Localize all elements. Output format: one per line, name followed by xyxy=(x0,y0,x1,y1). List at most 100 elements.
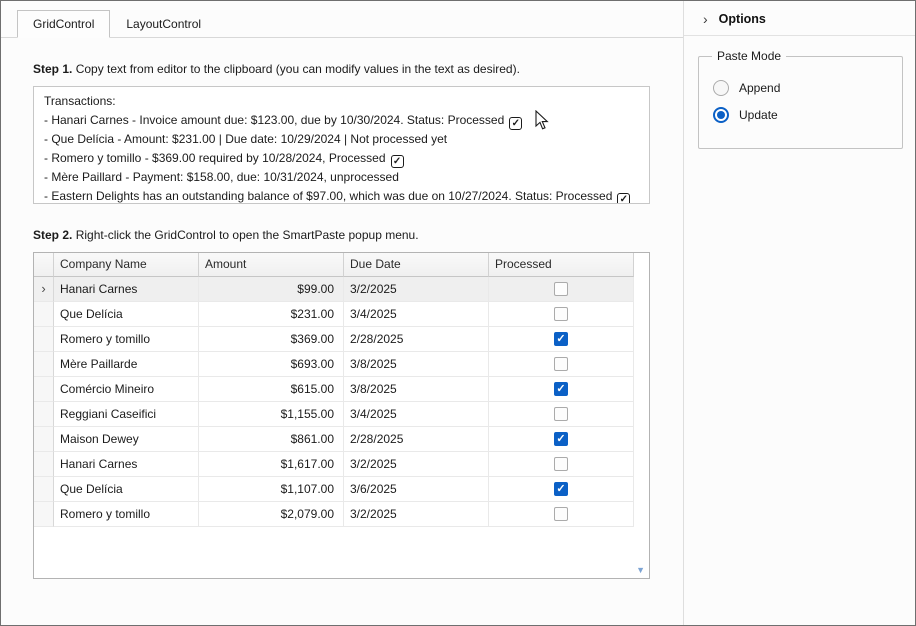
transaction-line: - Romero y tomillo - $369.00 required by… xyxy=(44,149,639,168)
cell-processed[interactable] xyxy=(489,502,634,527)
cell-processed[interactable]: ✓ xyxy=(489,477,634,502)
row-indicator-header xyxy=(34,253,54,277)
processed-checkbox[interactable] xyxy=(554,507,568,521)
processed-checkbox[interactable] xyxy=(554,357,568,371)
tab-layoutcontrol[interactable]: LayoutControl xyxy=(110,10,217,38)
cell-company-name[interactable]: Hanari Carnes xyxy=(54,277,199,302)
row-indicator xyxy=(34,477,54,502)
cell-amount[interactable]: $1,155.00 xyxy=(199,402,344,427)
paste-mode-groupbox: Paste Mode Append Update xyxy=(698,49,903,149)
transaction-line-text: - Hanari Carnes - Invoice amount due: $1… xyxy=(44,113,504,127)
grid-body: › Hanari Carnes $99.00 3/2/2025 Que Delí… xyxy=(34,277,649,527)
cell-company-name[interactable]: Que Delícia xyxy=(54,477,199,502)
radio-option[interactable]: Append xyxy=(713,80,888,96)
cell-due-date[interactable]: 2/28/2025 xyxy=(344,427,489,452)
cell-processed[interactable]: ✓ xyxy=(489,427,634,452)
table-row[interactable]: Maison Dewey $861.00 2/28/2025 ✓ xyxy=(34,427,634,452)
cell-due-date[interactable]: 3/2/2025 xyxy=(344,452,489,477)
processed-checkbox[interactable] xyxy=(554,457,568,471)
row-indicator xyxy=(34,402,54,427)
cell-company-name[interactable]: Maison Dewey xyxy=(54,427,199,452)
transaction-line-text: - Romero y tomillo - $369.00 required by… xyxy=(44,151,386,165)
step2-label: Step 2. xyxy=(33,228,72,242)
chevron-right-icon[interactable]: › xyxy=(703,13,708,25)
transaction-line: - Hanari Carnes - Invoice amount due: $1… xyxy=(44,111,639,130)
row-indicator: › xyxy=(34,277,54,302)
cell-due-date[interactable]: 3/4/2025 xyxy=(344,402,489,427)
radio-option[interactable]: Update xyxy=(713,107,888,123)
processed-checkbox[interactable] xyxy=(554,407,568,421)
cell-amount[interactable]: $99.00 xyxy=(199,277,344,302)
cell-processed[interactable] xyxy=(489,352,634,377)
cell-processed[interactable]: ✓ xyxy=(489,377,634,402)
cell-company-name[interactable]: Comércio Mineiro xyxy=(54,377,199,402)
row-indicator xyxy=(34,502,54,527)
table-row[interactable]: Comércio Mineiro $615.00 3/8/2025 ✓ xyxy=(34,377,634,402)
processed-checkbox[interactable]: ✓ xyxy=(554,432,568,446)
cell-company-name[interactable]: Mère Paillarde xyxy=(54,352,199,377)
cell-processed[interactable] xyxy=(489,452,634,477)
cell-processed[interactable] xyxy=(489,302,634,327)
cell-due-date[interactable]: 3/6/2025 xyxy=(344,477,489,502)
table-row[interactable]: Hanari Carnes $1,617.00 3/2/2025 xyxy=(34,452,634,477)
main-area: GridControl LayoutControl Step 1. Copy t… xyxy=(1,1,684,625)
processed-checkbox[interactable] xyxy=(554,307,568,321)
column-header-due-date[interactable]: Due Date xyxy=(344,253,489,277)
cell-company-name[interactable]: Romero y tomillo xyxy=(54,502,199,527)
radio-button-icon[interactable] xyxy=(713,107,729,123)
cell-due-date[interactable]: 2/28/2025 xyxy=(344,327,489,352)
cell-amount[interactable]: $231.00 xyxy=(199,302,344,327)
checked-checkbox-icon: ✓ xyxy=(391,155,404,168)
transaction-line-text: - Que Delícia - Amount: $231.00 | Due da… xyxy=(44,132,447,146)
processed-checkbox[interactable]: ✓ xyxy=(554,382,568,396)
cell-amount[interactable]: $861.00 xyxy=(199,427,344,452)
checked-checkbox-icon: ✓ xyxy=(617,193,630,204)
row-indicator xyxy=(34,377,54,402)
grid-control[interactable]: Company Name Amount Due Date Processed ›… xyxy=(33,252,650,579)
table-row[interactable]: Que Delícia $231.00 3/4/2025 xyxy=(34,302,634,327)
cell-amount[interactable]: $1,617.00 xyxy=(199,452,344,477)
processed-checkbox[interactable]: ✓ xyxy=(554,332,568,346)
table-row[interactable]: Mère Paillarde $693.00 3/8/2025 xyxy=(34,352,634,377)
processed-checkbox[interactable]: ✓ xyxy=(554,482,568,496)
column-header-processed[interactable]: Processed xyxy=(489,253,634,277)
transactions-header-line: Transactions: xyxy=(44,92,639,111)
step1-label: Step 1. xyxy=(33,62,72,76)
cell-company-name[interactable]: Que Delícia xyxy=(54,302,199,327)
cell-company-name[interactable]: Hanari Carnes xyxy=(54,452,199,477)
table-row[interactable]: Reggiani Caseifici $1,155.00 3/4/2025 xyxy=(34,402,634,427)
table-row[interactable]: Romero y tomillo $369.00 2/28/2025 ✓ xyxy=(34,327,634,352)
cell-processed[interactable] xyxy=(489,277,634,302)
cell-amount[interactable]: $369.00 xyxy=(199,327,344,352)
cell-company-name[interactable]: Romero y tomillo xyxy=(54,327,199,352)
transaction-line: - Mère Paillard - Payment: $158.00, due:… xyxy=(44,168,639,187)
cell-amount[interactable]: $693.00 xyxy=(199,352,344,377)
options-title: Options xyxy=(719,12,766,26)
processed-checkbox[interactable] xyxy=(554,282,568,296)
cell-processed[interactable]: ✓ xyxy=(489,327,634,352)
cell-due-date[interactable]: 3/2/2025 xyxy=(344,277,489,302)
cell-amount[interactable]: $615.00 xyxy=(199,377,344,402)
row-indicator xyxy=(34,352,54,377)
table-row[interactable]: › Hanari Carnes $99.00 3/2/2025 xyxy=(34,277,634,302)
radio-option-label: Update xyxy=(739,108,778,122)
radio-button-icon[interactable] xyxy=(713,80,729,96)
column-header-amount[interactable]: Amount xyxy=(199,253,344,277)
cell-due-date[interactable]: 3/8/2025 xyxy=(344,352,489,377)
table-row[interactable]: Romero y tomillo $2,079.00 3/2/2025 xyxy=(34,502,634,527)
cell-amount[interactable]: $2,079.00 xyxy=(199,502,344,527)
cell-due-date[interactable]: 3/4/2025 xyxy=(344,302,489,327)
main-content: Step 1. Copy text from editor to the cli… xyxy=(1,38,683,579)
cell-due-date[interactable]: 3/2/2025 xyxy=(344,502,489,527)
cell-processed[interactable] xyxy=(489,402,634,427)
scroll-down-icon[interactable]: ▼ xyxy=(636,565,645,575)
cell-company-name[interactable]: Reggiani Caseifici xyxy=(54,402,199,427)
column-header-company[interactable]: Company Name xyxy=(54,253,199,277)
cell-due-date[interactable]: 3/8/2025 xyxy=(344,377,489,402)
table-row[interactable]: Que Delícia $1,107.00 3/6/2025 ✓ xyxy=(34,477,634,502)
tab-gridcontrol[interactable]: GridControl xyxy=(17,10,110,38)
transactions-editor[interactable]: Transactions: - Hanari Carnes - Invoice … xyxy=(33,86,650,204)
transaction-line-text: - Eastern Delights has an outstanding ba… xyxy=(44,189,612,203)
cell-amount[interactable]: $1,107.00 xyxy=(199,477,344,502)
tab-bar: GridControl LayoutControl xyxy=(1,1,683,38)
